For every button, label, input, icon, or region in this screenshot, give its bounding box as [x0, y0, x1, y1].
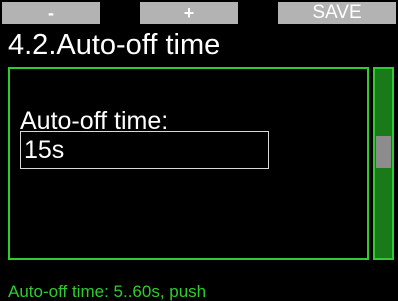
page-title: 4.2.Auto-off time: [8, 29, 221, 61]
save-button[interactable]: SAVE: [278, 2, 396, 24]
decrease-button[interactable]: -: [2, 2, 100, 24]
auto-off-value: 15s: [24, 136, 65, 164]
settings-panel: Auto-off time: 15s: [8, 67, 369, 260]
scrollbar[interactable]: [373, 67, 394, 260]
increase-button[interactable]: +: [140, 2, 238, 24]
scrollbar-thumb[interactable]: [376, 136, 391, 168]
auto-off-value-field[interactable]: 15s: [20, 131, 269, 169]
softkey-bar: - + SAVE: [0, 0, 398, 26]
hint-text: Auto-off time: 5..60s, push: [8, 282, 207, 301]
